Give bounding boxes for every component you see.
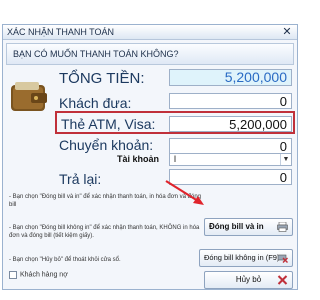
note-no-print: - Bạn chọn "Đóng bill không in" để xác n… (9, 225, 200, 239)
cancel-icon (277, 275, 288, 285)
window-title: XÁC NHẬN THANH TOÁN (7, 27, 115, 37)
debt-checkbox-label: Khách hàng nợ (20, 271, 68, 279)
close-button[interactable]: ✕ (280, 26, 294, 38)
transfer-label: Chuyển khoản: (59, 137, 154, 153)
close-bill-no-print-label: Đóng bill không in (F9) (204, 253, 280, 262)
account-select[interactable]: l ▼ (169, 153, 292, 166)
paid-input[interactable]: 0 (169, 93, 292, 109)
account-selected-value: l (174, 154, 176, 164)
change-value: 0 (169, 169, 292, 185)
no-print-icon (277, 254, 288, 263)
wallet-icon (11, 82, 47, 111)
total-value: 5,200,000 (169, 69, 292, 86)
question-text: BẠN CÓ MUỐN THANH TOÁN KHÔNG? (13, 49, 179, 59)
paid-label: Khách đưa: (59, 95, 132, 111)
total-label: TỔNG TIỀN: (59, 70, 145, 87)
account-label: Tài khoản (117, 154, 160, 164)
payment-confirm-dialog: XÁC NHẬN THANH TOÁN ✕ BẠN CÓ MUỐN THANH … (2, 24, 298, 290)
debt-checkbox[interactable] (9, 271, 17, 279)
close-bill-no-print-button[interactable]: Đóng bill không in (F9) (199, 249, 293, 267)
note-cancel: - Bạn chọn "Hủy bỏ" để thoát khỏi cửa sổ… (9, 257, 121, 263)
change-label: Trả lại: (59, 171, 102, 187)
card-input[interactable]: 5,200,000 (169, 116, 292, 132)
printer-icon (277, 222, 288, 232)
cancel-label: Hủy bỏ (235, 275, 262, 284)
transfer-input[interactable]: 0 (169, 138, 292, 154)
note-print: - Bạn chọn "Đóng bill và in" để xác nhận… (9, 194, 201, 208)
close-bill-print-label: Đóng bill và in (209, 222, 264, 231)
cancel-button[interactable]: Hủy bỏ (204, 271, 293, 289)
close-bill-print-button[interactable]: Đóng bill và in (204, 218, 293, 236)
card-label: Thẻ ATM, Visa: (61, 116, 156, 132)
question-bar: BẠN CÓ MUỐN THANH TOÁN KHÔNG? (6, 43, 294, 65)
debt-checkbox-row[interactable]: Khách hàng nợ (9, 271, 68, 281)
chevron-down-icon[interactable]: ▼ (280, 154, 291, 165)
title-bar: XÁC NHẬN THANH TOÁN ✕ (3, 25, 297, 40)
